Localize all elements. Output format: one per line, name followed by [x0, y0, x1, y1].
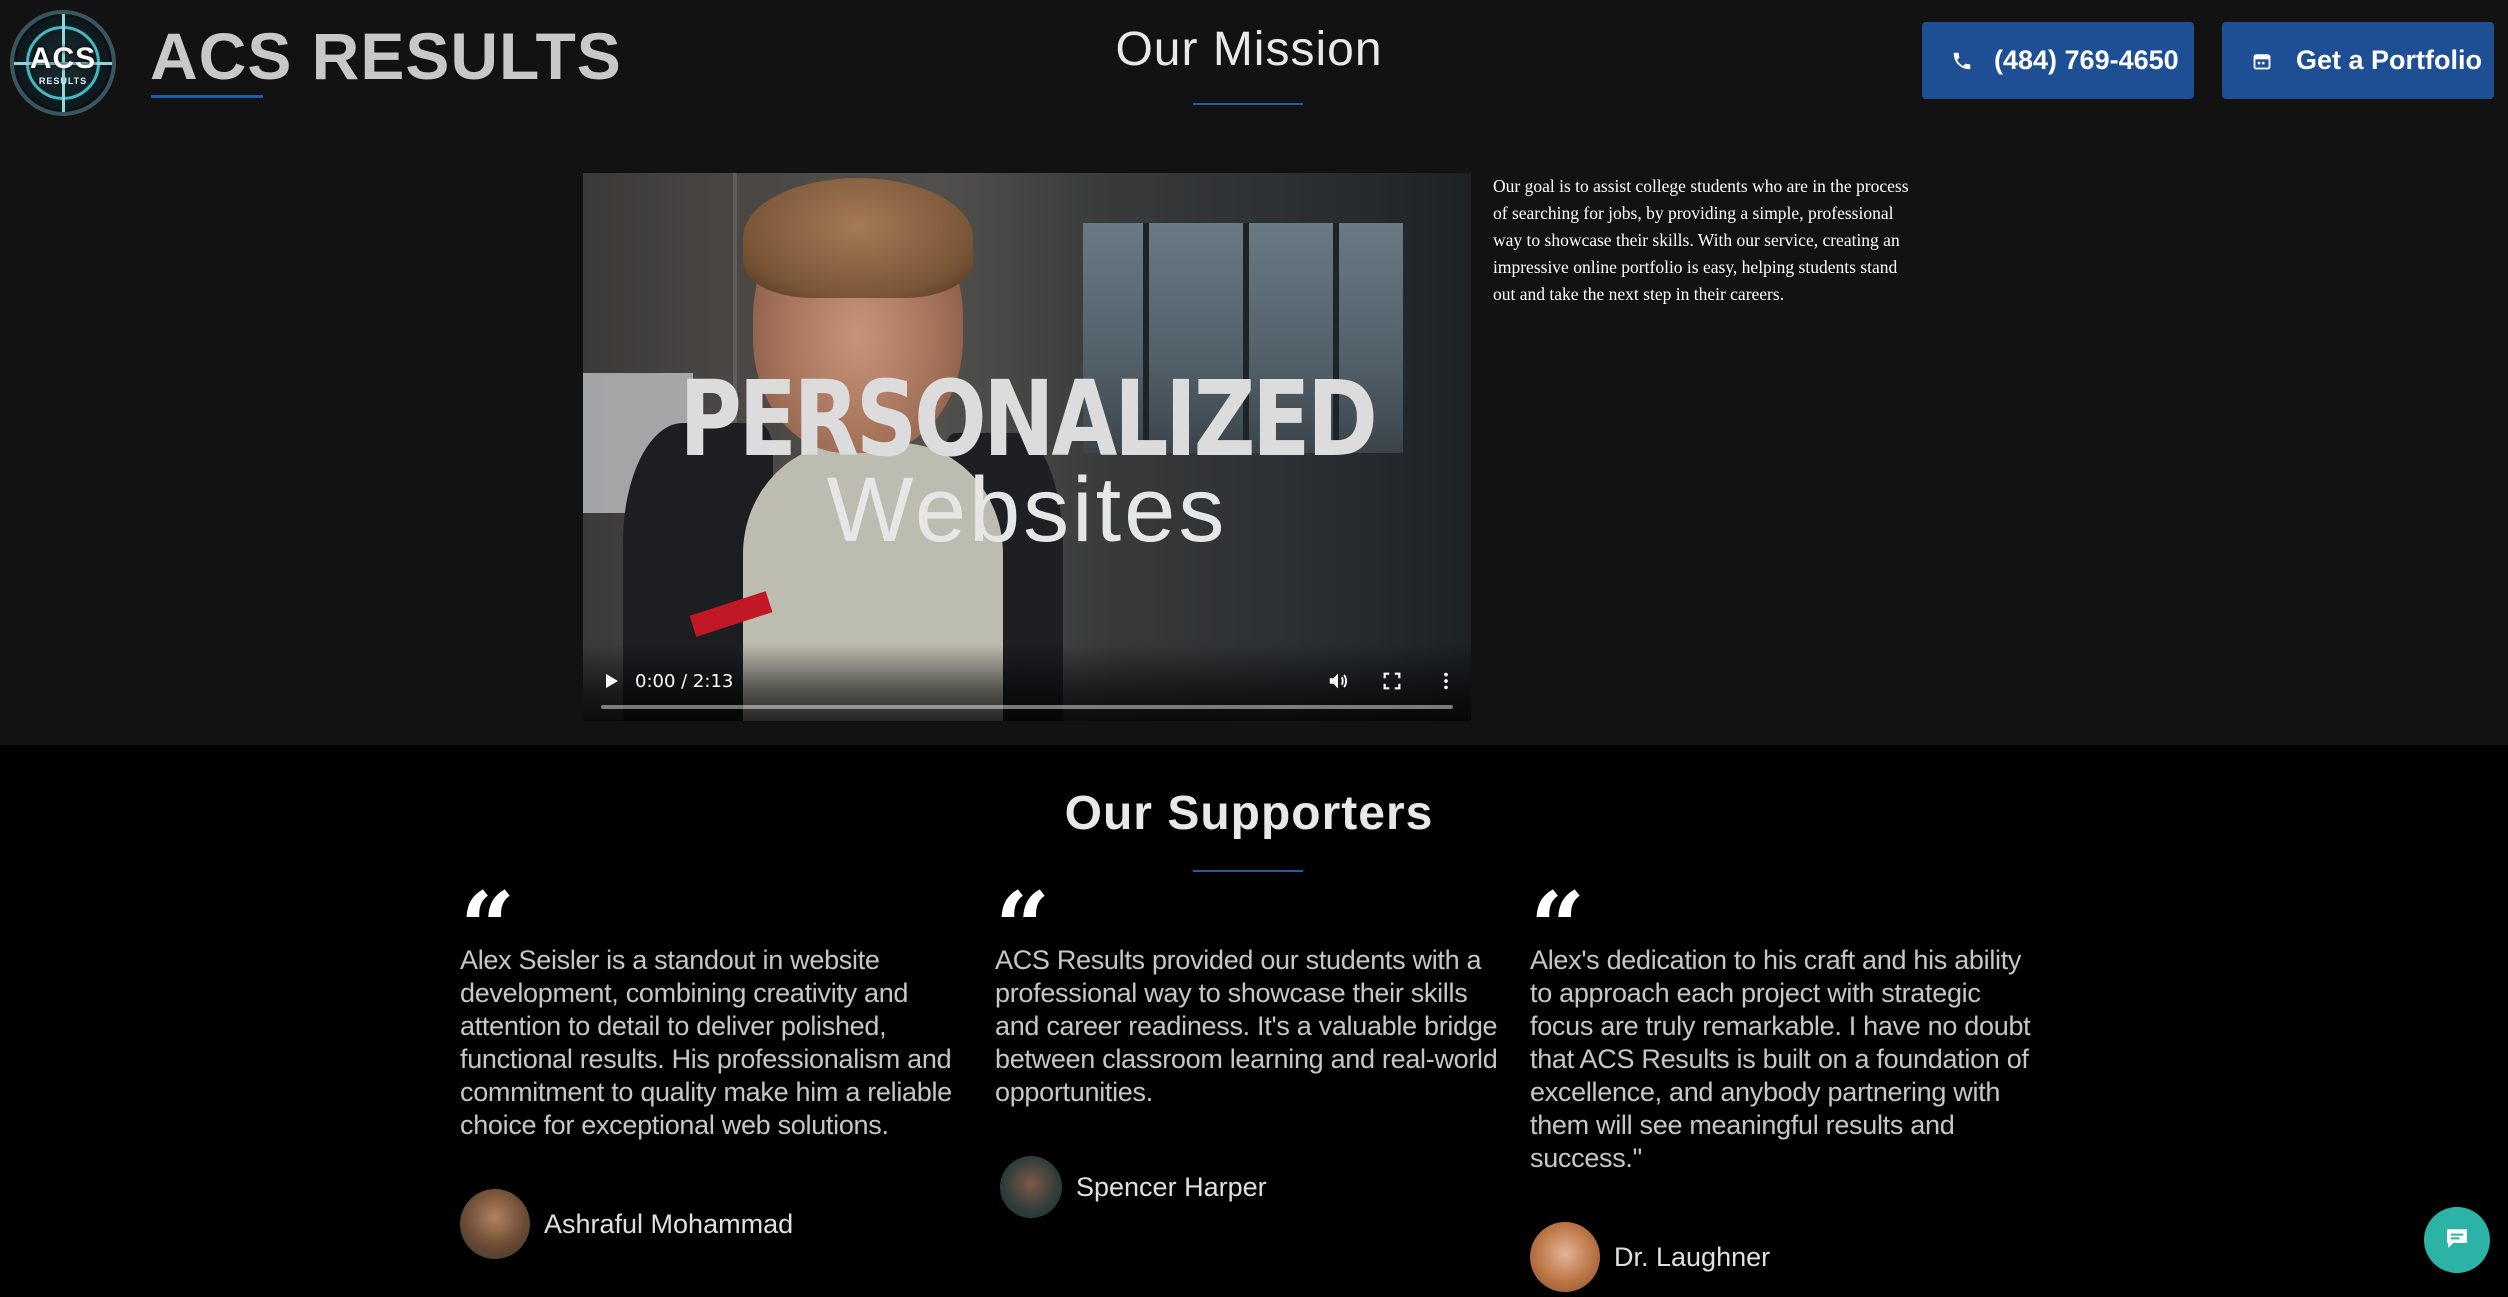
phone-icon [1950, 49, 1974, 73]
avatar [1000, 1156, 1062, 1218]
author-name: Dr. Laughner [1614, 1241, 1771, 1272]
testimonial-quote: ACS Results provided our students with a… [995, 945, 1498, 1107]
get-portfolio-button[interactable]: Get a Portfolio [2222, 22, 2494, 99]
author-name: Spencer Harper [1076, 1171, 1267, 1202]
brand-underline [151, 95, 263, 98]
chat-icon [2442, 1223, 2472, 1258]
testimonial-author: Spencer Harper [1000, 1156, 1267, 1218]
testimonial-author: Ashraful Mohammad [460, 1189, 793, 1259]
avatar [1530, 1222, 1600, 1292]
testimonial-card: “ ACS Results provided our students with… [995, 871, 1505, 1108]
phone-button-label: (484) 769-4650 [1994, 45, 2179, 75]
mission-underline [1193, 103, 1303, 105]
author-name: Ashraful Mohammad [544, 1208, 794, 1239]
avatar [460, 1189, 530, 1259]
video-overlay-subtitle: Websites [826, 459, 1228, 561]
testimonial-card: “ Alex Seisler is a standout in website … [460, 871, 970, 1141]
phone-button[interactable]: (484) 769-4650 [1922, 22, 2194, 99]
supporters-title: Our Supporters [1064, 787, 1434, 840]
portfolio-button-label: Get a Portfolio [2296, 45, 2483, 75]
video-frame-person [743, 178, 973, 298]
chat-button[interactable] [2424, 1207, 2490, 1273]
testimonial-card: “ Alex's dedication to his craft and his… [1530, 871, 2040, 1174]
quote-icon: “ [1530, 871, 1586, 984]
play-icon[interactable] [601, 671, 621, 691]
acs-logo[interactable]: ACS RESULTS [10, 10, 116, 116]
calendar-icon [2250, 49, 2274, 73]
brand-title[interactable]: ACS RESULTS [150, 18, 622, 94]
quote-icon: “ [995, 871, 1051, 984]
mission-title: Our Mission [1115, 23, 1383, 76]
quote-icon: “ [460, 871, 516, 984]
fullscreen-icon[interactable] [1381, 670, 1403, 692]
testimonial-quote: Alex Seisler is a standout in website de… [460, 945, 952, 1140]
promo-video[interactable]: PERSONALIZED Websites 0:00 / 2:13 [583, 173, 1471, 721]
supporters-underline [1193, 870, 1303, 872]
video-time: 0:00 / 2:13 [635, 671, 734, 692]
testimonial-author: Dr. Laughner [1530, 1222, 1770, 1292]
video-controls: 0:00 / 2:13 [583, 643, 1471, 721]
video-progress-bar[interactable] [601, 705, 1453, 709]
logo-text: ACS [29, 42, 97, 75]
volume-icon[interactable] [1327, 670, 1349, 692]
logo-subtext: RESULTS [38, 76, 88, 86]
mission-description: Our goal is to assist college students w… [1493, 176, 1909, 304]
more-options-icon[interactable] [1435, 670, 1457, 692]
testimonial-quote: Alex's dedication to his craft and his a… [1530, 945, 2031, 1173]
